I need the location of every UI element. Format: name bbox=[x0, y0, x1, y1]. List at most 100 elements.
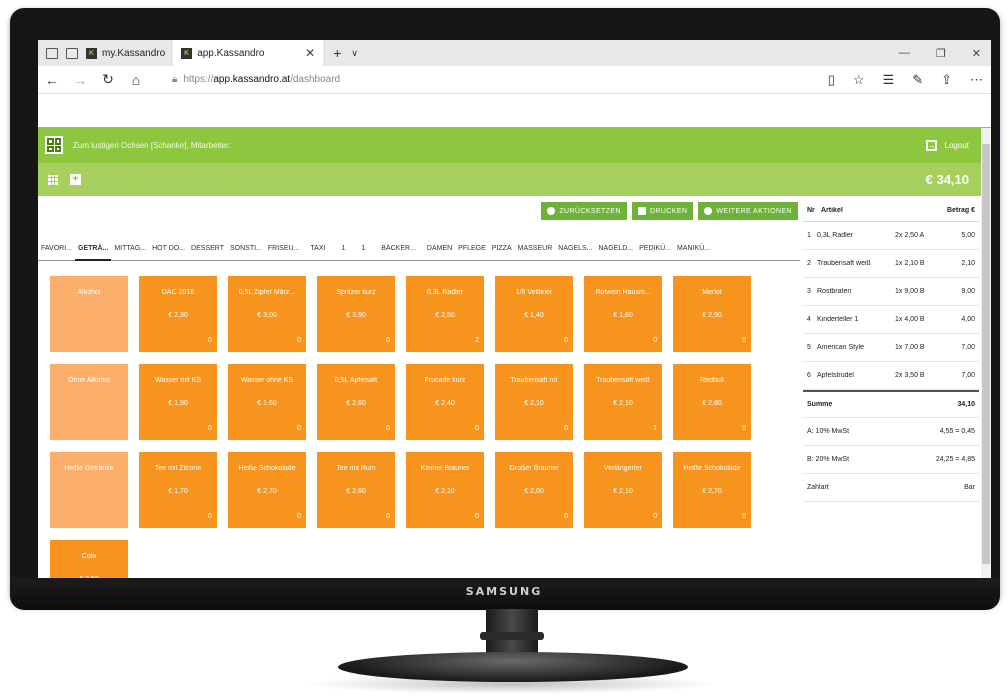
product-price: € 2,50 bbox=[50, 576, 128, 578]
product-button[interactable]: Spritzer kurz € 3,90 0 bbox=[317, 276, 395, 352]
category-tab[interactable]: MANIKÜ... bbox=[674, 237, 713, 261]
minimize-icon[interactable]: — bbox=[899, 47, 910, 59]
product-button[interactable]: Tee mit Rum € 2,60 0 bbox=[317, 452, 395, 528]
receipt-article: Rostbraten bbox=[817, 288, 852, 295]
receipt-item[interactable]: 6 Apfelstrudel 2x 3,50 B 7,00 bbox=[803, 362, 979, 390]
product-group-button[interactable]: Heiße Getränke bbox=[50, 452, 128, 528]
product-button[interactable]: Heiße Schokolade € 2,70 0 bbox=[673, 452, 751, 528]
category-tab[interactable]: PEDIKÜ... bbox=[636, 237, 674, 261]
product-button[interactable]: Traubensaft weiß € 2,10 1 bbox=[584, 364, 662, 440]
product-button[interactable]: Cola€ 2,500 bbox=[50, 540, 128, 578]
back-arrow-icon[interactable]: ← bbox=[38, 72, 66, 88]
logout-button[interactable]: → Logout bbox=[925, 139, 969, 151]
product-name: 0,3L Radler bbox=[427, 289, 463, 296]
product-count: 0 bbox=[386, 425, 390, 432]
product-count: 0 bbox=[564, 337, 568, 344]
tab-back-icon[interactable] bbox=[66, 47, 78, 59]
add-icon[interactable]: + bbox=[70, 174, 81, 185]
screen: K my.Kassandro K app.Kassandro ✕ + ∨ — ❐… bbox=[38, 40, 991, 578]
close-window-icon[interactable]: ✕ bbox=[972, 47, 981, 60]
product-group-button[interactable]: Alkohol bbox=[50, 276, 128, 352]
category-tab[interactable]: FRISEU... bbox=[265, 237, 303, 261]
product-price: € 1,80 bbox=[613, 312, 633, 319]
product-button[interactable]: Frucade kurz € 2,40 0 bbox=[406, 364, 484, 440]
receipt-item[interactable]: 4 Kinderteller 1 1x 4,00 B 4,00 bbox=[803, 306, 979, 334]
tax-row: A: 10% MwSt 4,55 = 0,45 bbox=[803, 418, 979, 446]
receipt-item[interactable]: 1 0,3L Radler 2x 2,50 A 5,00 bbox=[803, 222, 979, 250]
product-button[interactable]: Kleiner Brauner € 2,10 0 bbox=[406, 452, 484, 528]
favorites-list-icon[interactable]: ☰ bbox=[883, 72, 895, 88]
product-button[interactable]: Tee mit Zitrone € 1,70 0 bbox=[139, 452, 217, 528]
receipt-qty: 2x 2,50 A bbox=[895, 232, 925, 239]
product-price: € 2,60 bbox=[524, 488, 544, 495]
category-tab[interactable]: NAGELS... bbox=[555, 237, 595, 261]
more-actions-button[interactable]: WEITERE AKTIONEN bbox=[698, 202, 798, 220]
grid-menu-icon[interactable] bbox=[48, 174, 58, 185]
product-button[interactable]: Verlängerter € 2,10 0 bbox=[584, 452, 662, 528]
category-tab[interactable]: 1 bbox=[333, 237, 353, 261]
url-text: https://app.kassandro.at/dashboard bbox=[183, 74, 341, 85]
category-tab[interactable]: PFLEGE bbox=[455, 237, 489, 261]
receipt-item[interactable]: 5 American Style 1x 7,00 B 7,00 bbox=[803, 334, 979, 362]
category-tab[interactable]: GETRÄ... bbox=[75, 237, 112, 261]
reading-view-icon[interactable]: ▯ bbox=[828, 72, 835, 88]
product-button[interactable]: Rotwein Hausm... € 1,80 0 bbox=[584, 276, 662, 352]
product-button[interactable]: Wasser ohne KS € 1,60 0 bbox=[228, 364, 306, 440]
monitor-base bbox=[338, 652, 688, 682]
product-button[interactable]: 0,5L Apfelsaft € 2,60 0 bbox=[317, 364, 395, 440]
category-tab[interactable]: DESSERT bbox=[188, 237, 227, 261]
product-count: 0 bbox=[208, 425, 212, 432]
url-field[interactable]: 🔒︎ https://app.kassandro.at/dashboard bbox=[172, 74, 340, 85]
receipt-item[interactable]: 2 Traubensaft weiß 1x 2,10 B 2,10 bbox=[803, 250, 979, 278]
new-tab-icon[interactable]: + bbox=[333, 45, 341, 61]
product-button[interactable]: DAC 2016 € 2,30 0 bbox=[139, 276, 217, 352]
product-button[interactable]: Traubensaft rot € 2,10 0 bbox=[495, 364, 573, 440]
product-row: Alkohol DAC 2016 € 2,30 0 0,5L Zipfer März..… bbox=[50, 276, 790, 352]
tab-appkassandro[interactable]: K app.Kassandro ✕ bbox=[173, 40, 324, 66]
chevron-down-icon[interactable]: ∨ bbox=[351, 48, 358, 59]
pen-icon[interactable]: ✎ bbox=[912, 72, 923, 88]
refresh-icon[interactable]: ↻ bbox=[94, 71, 122, 88]
logout-label: Logout bbox=[944, 140, 969, 150]
category-tab[interactable]: MITTAG... bbox=[111, 237, 149, 261]
close-tab-icon[interactable]: ✕ bbox=[305, 46, 315, 60]
product-price: € 1,90 bbox=[168, 400, 188, 407]
product-button[interactable]: Heiße Schokolade € 2,70 0 bbox=[228, 452, 306, 528]
category-tab[interactable]: PIZZA bbox=[489, 237, 515, 261]
tab-mykassandro[interactable]: K my.Kassandro bbox=[78, 40, 173, 66]
category-tab[interactable]: HOT DO... bbox=[149, 237, 188, 261]
category-tab[interactable]: BÄCKER... bbox=[373, 237, 424, 261]
product-name: Wasser mit KS bbox=[154, 377, 202, 384]
product-button[interactable]: Redbull € 2,80 0 bbox=[673, 364, 751, 440]
receipt-qty: 1x 7,00 B bbox=[895, 344, 925, 351]
product-count: 0 bbox=[564, 513, 568, 520]
category-tab[interactable]: 1 bbox=[353, 237, 373, 261]
category-tab[interactable]: NAGELD... bbox=[596, 237, 637, 261]
scrollbar-thumb[interactable] bbox=[982, 144, 990, 564]
product-button[interactable]: 1/8 Veltliner € 1,40 0 bbox=[495, 276, 573, 352]
product-price: € 2,50 bbox=[435, 312, 455, 319]
share-icon[interactable]: ⇪ bbox=[941, 72, 952, 88]
receipt-nr: 2 bbox=[807, 260, 811, 267]
home-icon[interactable]: ⌂ bbox=[122, 72, 150, 88]
more-icon[interactable]: ⋯ bbox=[970, 72, 983, 88]
forward-arrow-icon[interactable]: → bbox=[66, 72, 94, 88]
product-count: 1 bbox=[653, 425, 657, 432]
product-button[interactable]: 0,3L Radler € 2,50 2 bbox=[406, 276, 484, 352]
product-button[interactable]: 0,5L Zipfer März... € 3,00 0 bbox=[228, 276, 306, 352]
category-tab[interactable]: MASSEUR bbox=[515, 237, 556, 261]
favorite-star-icon[interactable]: ☆ bbox=[853, 72, 865, 88]
tab-manager-icon[interactable] bbox=[46, 47, 58, 59]
product-group-button[interactable]: Ohne Alkohol bbox=[50, 364, 128, 440]
maximize-icon[interactable]: ❐ bbox=[936, 47, 946, 60]
category-tab[interactable]: SONSTI... bbox=[227, 237, 265, 261]
reset-button[interactable]: ZURÜCKSETZEN bbox=[541, 202, 627, 220]
receipt-item[interactable]: 3 Rostbraten 1x 9,00 B 9,00 bbox=[803, 278, 979, 306]
product-button[interactable]: Wasser mit KS € 1,90 0 bbox=[139, 364, 217, 440]
print-button[interactable]: DRUCKEN bbox=[631, 202, 694, 220]
category-tab[interactable]: TAXI bbox=[302, 237, 333, 261]
product-button[interactable]: Merlot € 2,90 0 bbox=[673, 276, 751, 352]
category-tab[interactable]: FAVORI... bbox=[38, 237, 75, 261]
category-tab[interactable]: DAMEN bbox=[424, 237, 455, 261]
product-button[interactable]: Großer Brauner € 2,60 0 bbox=[495, 452, 573, 528]
